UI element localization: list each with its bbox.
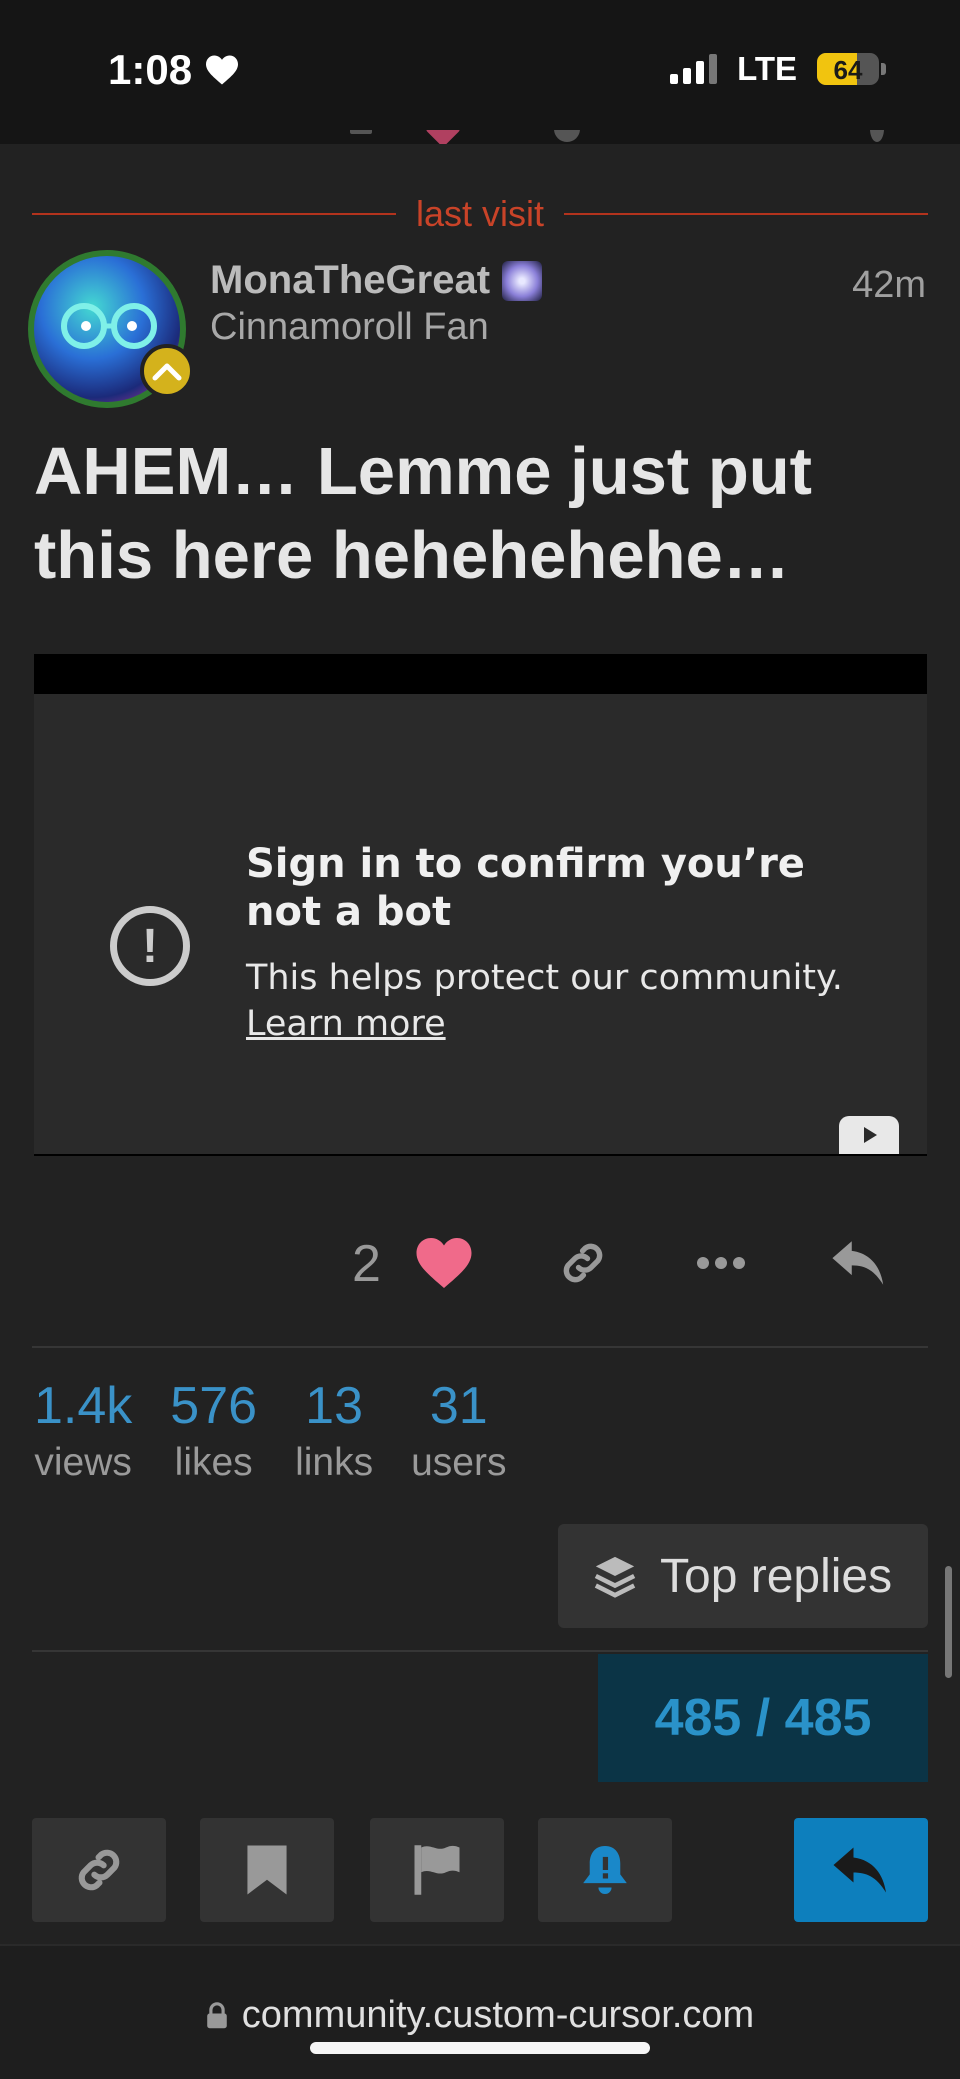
stat-likes: 576 likes xyxy=(170,1376,257,1490)
flag-icon xyxy=(414,1845,460,1895)
stat-value: 576 xyxy=(170,1377,258,1435)
share-link-button[interactable] xyxy=(32,1818,166,1922)
battery-level: 64 xyxy=(833,55,863,85)
scrollbar[interactable] xyxy=(945,1566,952,1678)
stat-value: 13 xyxy=(305,1377,363,1435)
last-visit-divider: last visit xyxy=(32,192,928,236)
flag-button[interactable] xyxy=(370,1818,504,1922)
reply-icon xyxy=(833,1847,886,1893)
notification-button[interactable] xyxy=(538,1818,672,1922)
layers-icon xyxy=(594,1556,636,1598)
stat-label: views xyxy=(34,1441,132,1484)
divider-1 xyxy=(32,1346,928,1348)
bell-icon xyxy=(583,1846,627,1894)
video-embed[interactable]: ! Sign in to confirm you’re not a bot Th… xyxy=(34,654,927,1156)
link-icon xyxy=(78,1849,120,1891)
stat-views: 1.4k views xyxy=(34,1376,132,1490)
link-icon[interactable] xyxy=(554,1234,612,1292)
ellipsis-icon[interactable] xyxy=(692,1234,750,1292)
top-replies-button[interactable]: Top replies xyxy=(558,1524,928,1628)
heart-icon[interactable] xyxy=(414,1234,474,1292)
post-progress[interactable]: 485 / 485 xyxy=(598,1654,928,1782)
divider-2 xyxy=(32,1650,928,1652)
embed-heading: Sign in to confirm you’re not a bot xyxy=(246,841,805,935)
browser-url-bar[interactable]: community.custom-cursor.com xyxy=(0,1944,960,2079)
reply-button[interactable] xyxy=(794,1818,928,1922)
network-label: LTE xyxy=(737,50,797,87)
topic-stats: 1.4k views 576 likes 13 links 31 users xyxy=(34,1376,506,1490)
progress-text: 485 / 485 xyxy=(654,1689,872,1747)
lock-icon xyxy=(207,2001,227,2028)
battery-cap xyxy=(881,63,886,75)
stat-label: links xyxy=(295,1441,374,1484)
top-replies-label: Top replies xyxy=(660,1549,893,1603)
post-title: AHEM… Lemme just put this here heheheheh… xyxy=(34,434,812,593)
url-text: community.custom-cursor.com xyxy=(241,1994,755,2036)
stat-value: 31 xyxy=(429,1377,488,1435)
battery-icon: 64 xyxy=(817,53,879,85)
bookmark-button[interactable] xyxy=(200,1818,334,1922)
stat-label: likes xyxy=(174,1441,253,1484)
like-count[interactable]: 2 xyxy=(352,1234,381,1294)
username-row: MonaTheGreat xyxy=(210,258,543,303)
reply-icon[interactable] xyxy=(830,1234,888,1292)
last-visit-label: last visit xyxy=(415,193,545,234)
stat-users: 31 users xyxy=(411,1376,506,1490)
post-time[interactable]: 42m xyxy=(852,264,926,307)
status-time: 1:08 xyxy=(108,46,240,94)
chevron-up-icon xyxy=(140,344,194,398)
user-badge-icon xyxy=(502,260,543,301)
home-indicator[interactable] xyxy=(310,2042,650,2054)
heart-status-icon xyxy=(206,55,239,85)
learn-more-link[interactable]: Learn more xyxy=(246,1000,446,1048)
status-indicators: LTE 64 xyxy=(670,50,886,88)
stat-links: 13 links xyxy=(295,1376,373,1490)
username[interactable]: MonaTheGreat xyxy=(210,258,490,303)
clock-text: 1:08 xyxy=(108,46,193,93)
stat-label: users xyxy=(411,1441,507,1484)
previous-post-actions xyxy=(350,130,910,144)
post-actions: 2 xyxy=(340,1230,900,1296)
topic-footer-buttons xyxy=(32,1818,928,1922)
bookmark-icon xyxy=(247,1845,287,1895)
user-title: Cinnamoroll Fan xyxy=(210,306,489,348)
signal-icon xyxy=(670,54,718,84)
stat-value: 1.4k xyxy=(34,1377,133,1435)
youtube-icon[interactable] xyxy=(839,1116,899,1154)
url-row[interactable]: community.custom-cursor.com xyxy=(0,1994,960,2037)
status-bar: 1:08 LTE 64 xyxy=(0,0,960,144)
embed-top-bar xyxy=(34,654,927,694)
avatar[interactable] xyxy=(28,250,194,408)
embed-body: This helps protect our community. xyxy=(246,958,843,998)
alert-icon: ! xyxy=(110,906,190,986)
